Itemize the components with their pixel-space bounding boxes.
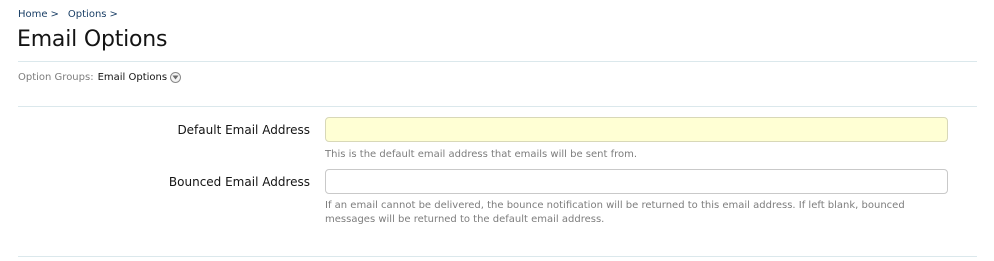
breadcrumb-item-home[interactable]: Home > (18, 9, 68, 20)
chevron-down-icon (172, 75, 179, 80)
breadcrumb-options-link[interactable]: Options (68, 9, 107, 20)
default-email-label: Default Email Address (177, 123, 310, 137)
breadcrumb-separator: > (50, 9, 59, 20)
chevron-down-circle-icon[interactable] (170, 72, 182, 83)
breadcrumb: Home > Options > (18, 9, 118, 20)
breadcrumb-separator: > (109, 9, 118, 20)
title-divider (18, 61, 977, 62)
footer-divider (18, 256, 977, 257)
section-divider (18, 106, 977, 107)
default-email-hint: This is the default email address that e… (325, 149, 638, 160)
option-groups-label: Option Groups: (18, 72, 94, 83)
option-groups-current[interactable]: Email Options (98, 72, 168, 83)
bounced-email-hint: If an email cannot be delivered, the bou… (325, 199, 965, 227)
bounced-email-hint-line: If an email cannot be delivered, the bou… (325, 200, 905, 211)
bounced-email-hint-line: messages will be returned to the default… (325, 214, 605, 225)
page-title: Email Options (17, 27, 168, 52)
default-email-input[interactable] (325, 117, 948, 142)
bounced-email-label: Bounced Email Address (168, 175, 310, 189)
breadcrumb-home-link[interactable]: Home (18, 9, 48, 20)
breadcrumb-item-options[interactable]: Options > (68, 9, 118, 20)
bounced-email-input[interactable] (325, 169, 948, 194)
option-groups-selector: Option Groups: Email Options (18, 72, 182, 83)
